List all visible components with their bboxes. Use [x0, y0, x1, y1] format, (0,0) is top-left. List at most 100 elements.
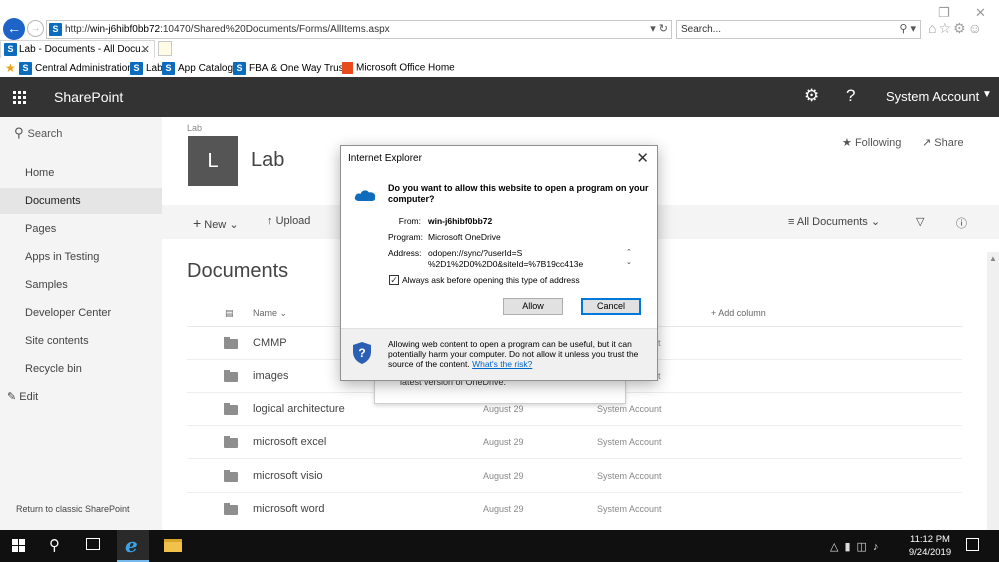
row-modified-by: System Account [597, 404, 662, 414]
settings-gear-icon[interactable]: ⚙ [804, 86, 819, 106]
table-row[interactable]: microsoft excel August 29 System Account [187, 426, 962, 459]
new-tab-button[interactable] [158, 41, 172, 56]
table-row[interactable]: microsoft visio August 29 System Account [187, 460, 962, 493]
following-button[interactable]: ★ Following [842, 136, 901, 149]
row-name[interactable]: microsoft visio [253, 470, 323, 482]
site-logo[interactable]: L [188, 136, 238, 186]
nav-search[interactable]: ⚲ Search [14, 125, 62, 141]
row-name[interactable]: logical architecture [253, 403, 345, 415]
tools-gear-icon[interactable]: ⚙ [953, 20, 968, 36]
suite-bar: SharePoint ⚙ ? System Account ▼ [0, 77, 999, 117]
nav-item-site-contents[interactable]: Site contents [0, 328, 162, 354]
vertical-scrollbar[interactable]: ▲ [987, 252, 999, 530]
back-button[interactable]: ← [3, 18, 25, 40]
nav-item-recycle-bin[interactable]: Recycle bin [0, 356, 162, 382]
browser-search-box[interactable]: Search... ⚲ ▾ [676, 20, 921, 39]
nav-item-samples[interactable]: Samples [0, 272, 162, 298]
nav-item-apps-in-testing[interactable]: Apps in Testing [0, 244, 162, 270]
scroll-up-arrow-icon[interactable]: ▲ [987, 254, 999, 263]
new-button[interactable]: + New ⌄ [193, 215, 239, 231]
internet-explorer-taskbar-icon[interactable]: e [117, 530, 149, 562]
address-url[interactable]: http://win-j6hibf0bb72:10470/Shared%20Do… [65, 24, 390, 35]
app-launcher-waffle-icon[interactable] [0, 77, 38, 117]
account-name[interactable]: System Account [886, 89, 979, 104]
dialog-close-icon[interactable]: ✕ [636, 149, 649, 167]
info-icon[interactable]: ⓘ [956, 215, 967, 231]
view-selector[interactable]: ≡ All Documents ⌄ [788, 215, 880, 228]
nav-item-documents[interactable]: Documents [0, 188, 162, 214]
smiley-feedback-icon[interactable]: ☺ [968, 20, 984, 36]
view-lines-icon: ≡ [788, 216, 795, 228]
return-to-classic-link[interactable]: Return to classic SharePoint [16, 504, 130, 514]
onedrive-callout: latest version of OneDrive. [374, 377, 626, 404]
tab-title: Lab - Documents - All Docu... [19, 44, 150, 55]
nav-item-developer-center[interactable]: Developer Center [0, 300, 162, 326]
folder-icon [224, 337, 238, 349]
nav-item-home[interactable]: Home [0, 160, 162, 186]
tab-close-icon[interactable]: ✕ [141, 43, 150, 56]
share-button[interactable]: ↗ Share [922, 136, 964, 149]
favorite-app-catalog[interactable]: S App Catalog [162, 62, 233, 75]
favorite-office-home[interactable]: Microsoft Office Home [342, 62, 455, 74]
row-name[interactable]: CMMP [253, 337, 287, 349]
network-icon[interactable]: △ [830, 541, 844, 553]
account-caret-icon[interactable]: ▼ [982, 89, 992, 100]
windows-start-icon[interactable] [12, 539, 26, 553]
breadcrumb[interactable]: Lab [187, 123, 202, 133]
favorite-fba-trust[interactable]: S FBA & One Way Trust [233, 62, 346, 75]
close-window-icon[interactable]: ✕ [975, 5, 986, 21]
nav-item-pages[interactable]: Pages [0, 216, 162, 242]
share-icon: ↗ [922, 137, 932, 149]
favorites-star-icon[interactable]: ☆ [938, 20, 953, 36]
file-type-column-icon[interactable]: ▤ [225, 308, 234, 319]
svg-text:?: ? [358, 346, 365, 360]
always-ask-label[interactable]: Always ask before opening this type of a… [402, 275, 580, 285]
help-icon[interactable]: ? [846, 86, 855, 106]
row-name[interactable]: microsoft excel [253, 436, 326, 448]
filter-icon[interactable]: ▽ [916, 215, 924, 228]
action-center-icon[interactable] [966, 538, 979, 551]
favorites-star-icon[interactable]: ★ [5, 61, 16, 75]
row-modified: August 29 [483, 471, 524, 481]
favorite-lab[interactable]: S Lab [130, 62, 163, 75]
favorite-central-administration[interactable]: S Central Administration [19, 62, 133, 75]
forward-button[interactable]: → [27, 20, 44, 37]
address-value[interactable]: odopen://sync/?userId=S %2D1%2D0%2D0&sit… [428, 248, 583, 270]
address-label: Address: [388, 248, 422, 258]
allow-button[interactable]: Allow [503, 298, 563, 315]
battery-icon[interactable]: ▮ [844, 541, 856, 553]
address-dropdown-icon[interactable]: ▾ [650, 23, 656, 35]
program-value: Microsoft OneDrive [428, 232, 501, 242]
cancel-button[interactable]: Cancel [581, 298, 641, 315]
upload-button[interactable]: ↑ Upload [267, 215, 310, 227]
add-column-button[interactable]: + Add column [711, 308, 766, 318]
restore-window-icon[interactable]: ❐ [938, 5, 950, 21]
address-line-1: odopen://sync/?userId=S [428, 248, 523, 258]
system-clock[interactable]: 11:12 PM 9/24/2019 [904, 533, 956, 559]
row-name[interactable]: microsoft word [253, 503, 325, 515]
clock-time: 11:12 PM [910, 534, 950, 545]
refresh-icon[interactable]: ↻ [659, 23, 668, 35]
suite-app-name[interactable]: SharePoint [54, 89, 123, 105]
row-name[interactable]: images [253, 370, 288, 382]
search-placeholder: Search... [681, 24, 722, 35]
task-view-icon[interactable] [86, 538, 100, 550]
address-line-2: %2D1%2D0%2D0&siteId=%7B19cc413e [428, 259, 584, 269]
dialog-title: Internet Explorer [348, 153, 422, 164]
always-ask-checkbox[interactable]: ✓ [389, 275, 399, 285]
folder-icon [224, 470, 238, 482]
whats-the-risk-link[interactable]: What's the risk? [472, 359, 532, 369]
site-title[interactable]: Lab [251, 149, 284, 172]
nav-edit-link[interactable]: ✎ Edit [7, 390, 38, 403]
home-icon[interactable]: ⌂ [928, 20, 938, 36]
search-icon[interactable]: ⚲ ▾ [899, 22, 916, 35]
display-icon[interactable]: ◫ [857, 541, 873, 553]
address-bar[interactable]: S http://win-j6hibf0bb72:10470/Shared%20… [46, 20, 672, 39]
address-scroll-arrows-icon[interactable]: ⌃ ⌄ [626, 248, 632, 268]
table-row[interactable]: microsoft word August 29 System Account [187, 493, 962, 526]
file-explorer-icon[interactable] [164, 539, 182, 552]
browser-tab-active[interactable]: S Lab - Documents - All Docu... ✕ [0, 40, 155, 58]
name-column-header[interactable]: Name ⌄ [253, 308, 287, 319]
taskbar-search-icon[interactable]: ⚲ [49, 536, 60, 554]
volume-icon[interactable]: ♪ [873, 541, 885, 553]
